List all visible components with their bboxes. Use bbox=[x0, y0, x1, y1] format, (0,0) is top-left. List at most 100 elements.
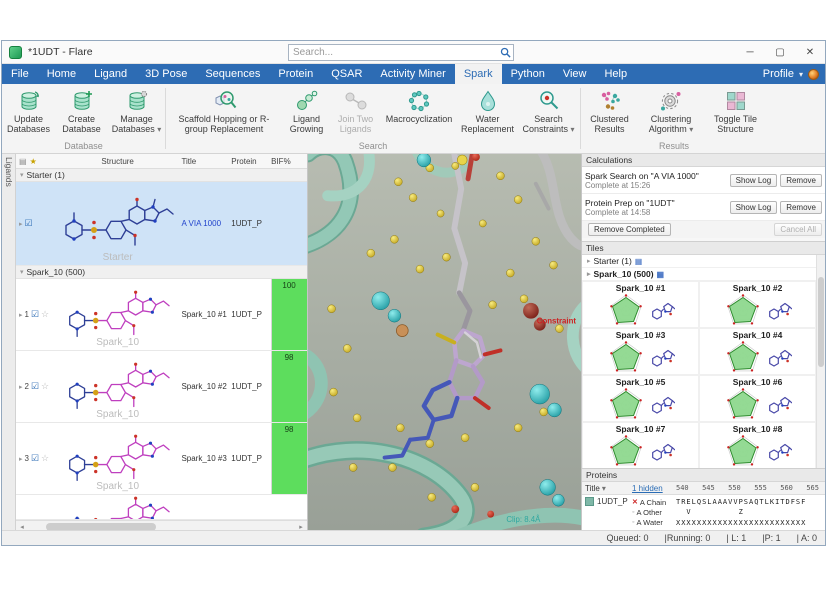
scroll-right-icon[interactable]: ▸ bbox=[295, 523, 307, 531]
visibility-checkbox[interactable]: ☑ bbox=[31, 309, 39, 320]
tree-item-spark[interactable]: ▸ Spark_10 (500) ▦ bbox=[582, 268, 825, 281]
chain-item[interactable]: ◦ A Other bbox=[632, 508, 676, 517]
expander-icon[interactable]: ▸ bbox=[19, 383, 23, 391]
button-label: Join Two Ligands bbox=[337, 114, 374, 135]
ligands-side-tab[interactable]: Ligands bbox=[2, 154, 16, 530]
horizontal-scrollbar[interactable]: ◂ ▸ bbox=[16, 520, 307, 530]
column-title[interactable]: Title bbox=[181, 157, 231, 166]
expander-icon[interactable]: ▸ bbox=[19, 455, 23, 463]
close-button[interactable]: ✕ bbox=[795, 41, 825, 63]
ligand-growing-button[interactable]: Ligand Growing bbox=[282, 86, 331, 135]
row-watermark: Spark_10 bbox=[96, 337, 140, 348]
tab-ligand[interactable]: Ligand bbox=[85, 64, 136, 84]
table-row[interactable]: ▸ 2 ☑ ☆ Spark_10 Spark_10 #2 1UDT_P 98 bbox=[16, 351, 307, 423]
column-structure[interactable]: Structure bbox=[54, 157, 182, 166]
column-protein[interactable]: Protein bbox=[231, 157, 271, 166]
sequence-view[interactable]: TRELQSLAAAVVPSAQTLKITDFSF V Z XXXXXXXXXX… bbox=[676, 495, 825, 530]
protein-row[interactable]: 1UDT_P ✕ A Chain ◦ A Other ◦ A Water TRE… bbox=[582, 495, 825, 530]
profile-icon[interactable] bbox=[808, 68, 819, 80]
table-row-starter[interactable]: ▸ ☑ Starter A VIA 1000 1UDT_P bbox=[16, 182, 307, 266]
group-header-spark[interactable]: ▾ Spark_10 (500) bbox=[16, 266, 307, 279]
bullet-icon: ◦ bbox=[632, 519, 635, 527]
result-tile[interactable]: Spark_10 #6 bbox=[699, 375, 816, 422]
search-constraints-button[interactable]: Search Constraints ▾ bbox=[517, 86, 580, 136]
remove-button[interactable]: Remove bbox=[780, 200, 822, 214]
tree-item-starter[interactable]: ▸ Starter (1) ▦ bbox=[582, 255, 825, 268]
update-databases-button[interactable]: Update Databases bbox=[2, 86, 55, 135]
search-input[interactable] bbox=[289, 47, 497, 58]
proteins-title-dropdown[interactable]: Title ▾ bbox=[582, 484, 632, 493]
minimize-button[interactable]: ─ bbox=[735, 41, 765, 63]
expander-icon[interactable]: ▸ bbox=[19, 311, 23, 319]
chain-item[interactable]: ✕ A Chain bbox=[632, 498, 676, 507]
tab-home[interactable]: Home bbox=[38, 64, 85, 84]
water-replacement-button[interactable]: Water Replacement bbox=[458, 86, 517, 135]
expander-icon[interactable]: ▸ bbox=[587, 270, 591, 278]
join-two-ligands-button[interactable]: Join Two Ligands bbox=[331, 86, 380, 135]
show-log-button[interactable]: Show Log bbox=[729, 200, 778, 214]
title-bar[interactable]: *1UDT - Flare ─ ▢ ✕ bbox=[2, 41, 825, 64]
profile-menu[interactable]: Profile bbox=[763, 68, 794, 80]
table-row[interactable]: ▸ 3 ☑ ☆ Spark_10 Spark_10 #3 1UDT_P 98 bbox=[16, 423, 307, 495]
result-tile[interactable]: Spark_10 #2 bbox=[699, 281, 816, 328]
remove-completed-button[interactable]: Remove Completed bbox=[588, 223, 671, 236]
result-tile[interactable]: Spark_10 #4 bbox=[699, 328, 816, 375]
scrollbar-thumb[interactable] bbox=[818, 277, 824, 367]
column-bif[interactable]: BIF% bbox=[271, 157, 307, 166]
chain-item[interactable]: ◦ A Water bbox=[632, 518, 676, 527]
3d-viewport[interactable]: Constraint Clip: 8.4Å bbox=[308, 154, 581, 530]
remove-button[interactable]: Remove bbox=[780, 173, 822, 187]
tab-file[interactable]: File bbox=[2, 64, 38, 84]
manage-databases-button[interactable]: Manage Databases ▾ bbox=[108, 86, 165, 136]
tab-protein[interactable]: Protein bbox=[269, 64, 322, 84]
tab-python[interactable]: Python bbox=[502, 64, 554, 84]
vertical-scrollbar[interactable] bbox=[816, 255, 825, 468]
favorite-star-icon[interactable]: ☆ bbox=[41, 309, 49, 320]
scrollbar-thumb[interactable] bbox=[46, 522, 156, 530]
table-row-partial[interactable] bbox=[16, 495, 307, 520]
toggle-tile-structure-button[interactable]: Toggle Tile Structure bbox=[704, 86, 767, 135]
scaffold-hopping-button[interactable]: Scaffold Hopping or R-group Replacement bbox=[166, 86, 282, 135]
expander-icon[interactable]: ▸ bbox=[19, 220, 23, 228]
tab-help[interactable]: Help bbox=[595, 64, 636, 84]
list-icon[interactable]: ▤ bbox=[19, 157, 27, 166]
table-row[interactable]: ▸ 1 ☑ ☆ Spark_10 Spark_10 #1 1UDT_P 100 bbox=[16, 279, 307, 351]
status-queued: Queued: 0 bbox=[606, 533, 649, 543]
maximize-button[interactable]: ▢ bbox=[765, 41, 795, 63]
visibility-checkbox[interactable]: ☑ bbox=[25, 218, 33, 229]
result-tile[interactable]: Spark_10 #8 bbox=[699, 422, 816, 468]
hidden-proteins-link[interactable]: 1 hidden bbox=[632, 484, 670, 493]
tab-sequences[interactable]: Sequences bbox=[196, 64, 269, 84]
collapse-icon[interactable]: ▾ bbox=[20, 268, 24, 276]
favorites-icon[interactable]: ★ bbox=[30, 157, 37, 166]
protein-color-swatch[interactable] bbox=[585, 497, 594, 506]
tab-activity-miner[interactable]: Activity Miner bbox=[371, 64, 454, 84]
visibility-checkbox[interactable]: ☑ bbox=[31, 453, 39, 464]
search-icon[interactable] bbox=[497, 47, 513, 58]
cancel-all-button[interactable]: Cancel All bbox=[774, 223, 822, 236]
tab-view[interactable]: View bbox=[554, 64, 596, 84]
result-tile[interactable]: Spark_10 #7 bbox=[582, 422, 699, 468]
favorite-star-icon[interactable]: ☆ bbox=[41, 453, 49, 464]
macrocyclization-button[interactable]: Macrocyclization bbox=[380, 86, 458, 125]
show-log-button[interactable]: Show Log bbox=[729, 173, 778, 187]
group-header-starter[interactable]: ▾ Starter (1) bbox=[16, 169, 307, 182]
group-label: Starter (1) bbox=[26, 170, 65, 180]
collapse-icon[interactable]: ▾ bbox=[20, 171, 24, 179]
result-tile[interactable]: Spark_10 #3 bbox=[582, 328, 699, 375]
tab-qsar[interactable]: QSAR bbox=[322, 64, 371, 84]
clustering-algorithm-button[interactable]: Clustering Algorithm ▾ bbox=[638, 86, 704, 136]
clustered-results-button[interactable]: Clustered Results bbox=[581, 86, 638, 135]
result-tile[interactable]: Spark_10 #5 bbox=[582, 375, 699, 422]
visibility-checkbox[interactable]: ☑ bbox=[31, 381, 39, 392]
tab-3d-pose[interactable]: 3D Pose bbox=[136, 64, 196, 84]
expander-icon[interactable]: ▸ bbox=[587, 257, 591, 265]
favorite-star-icon[interactable]: ☆ bbox=[41, 381, 49, 392]
button-label: Toggle Tile Structure bbox=[713, 114, 758, 135]
tab-spark[interactable]: Spark bbox=[454, 64, 502, 84]
result-tile[interactable]: Spark_10 #1 bbox=[582, 281, 699, 328]
ruler-tick: 555 bbox=[754, 484, 767, 492]
scroll-left-icon[interactable]: ◂ bbox=[16, 523, 28, 531]
create-database-button[interactable]: Create Database bbox=[55, 86, 108, 135]
hide-icon[interactable]: ✕ bbox=[632, 498, 638, 506]
